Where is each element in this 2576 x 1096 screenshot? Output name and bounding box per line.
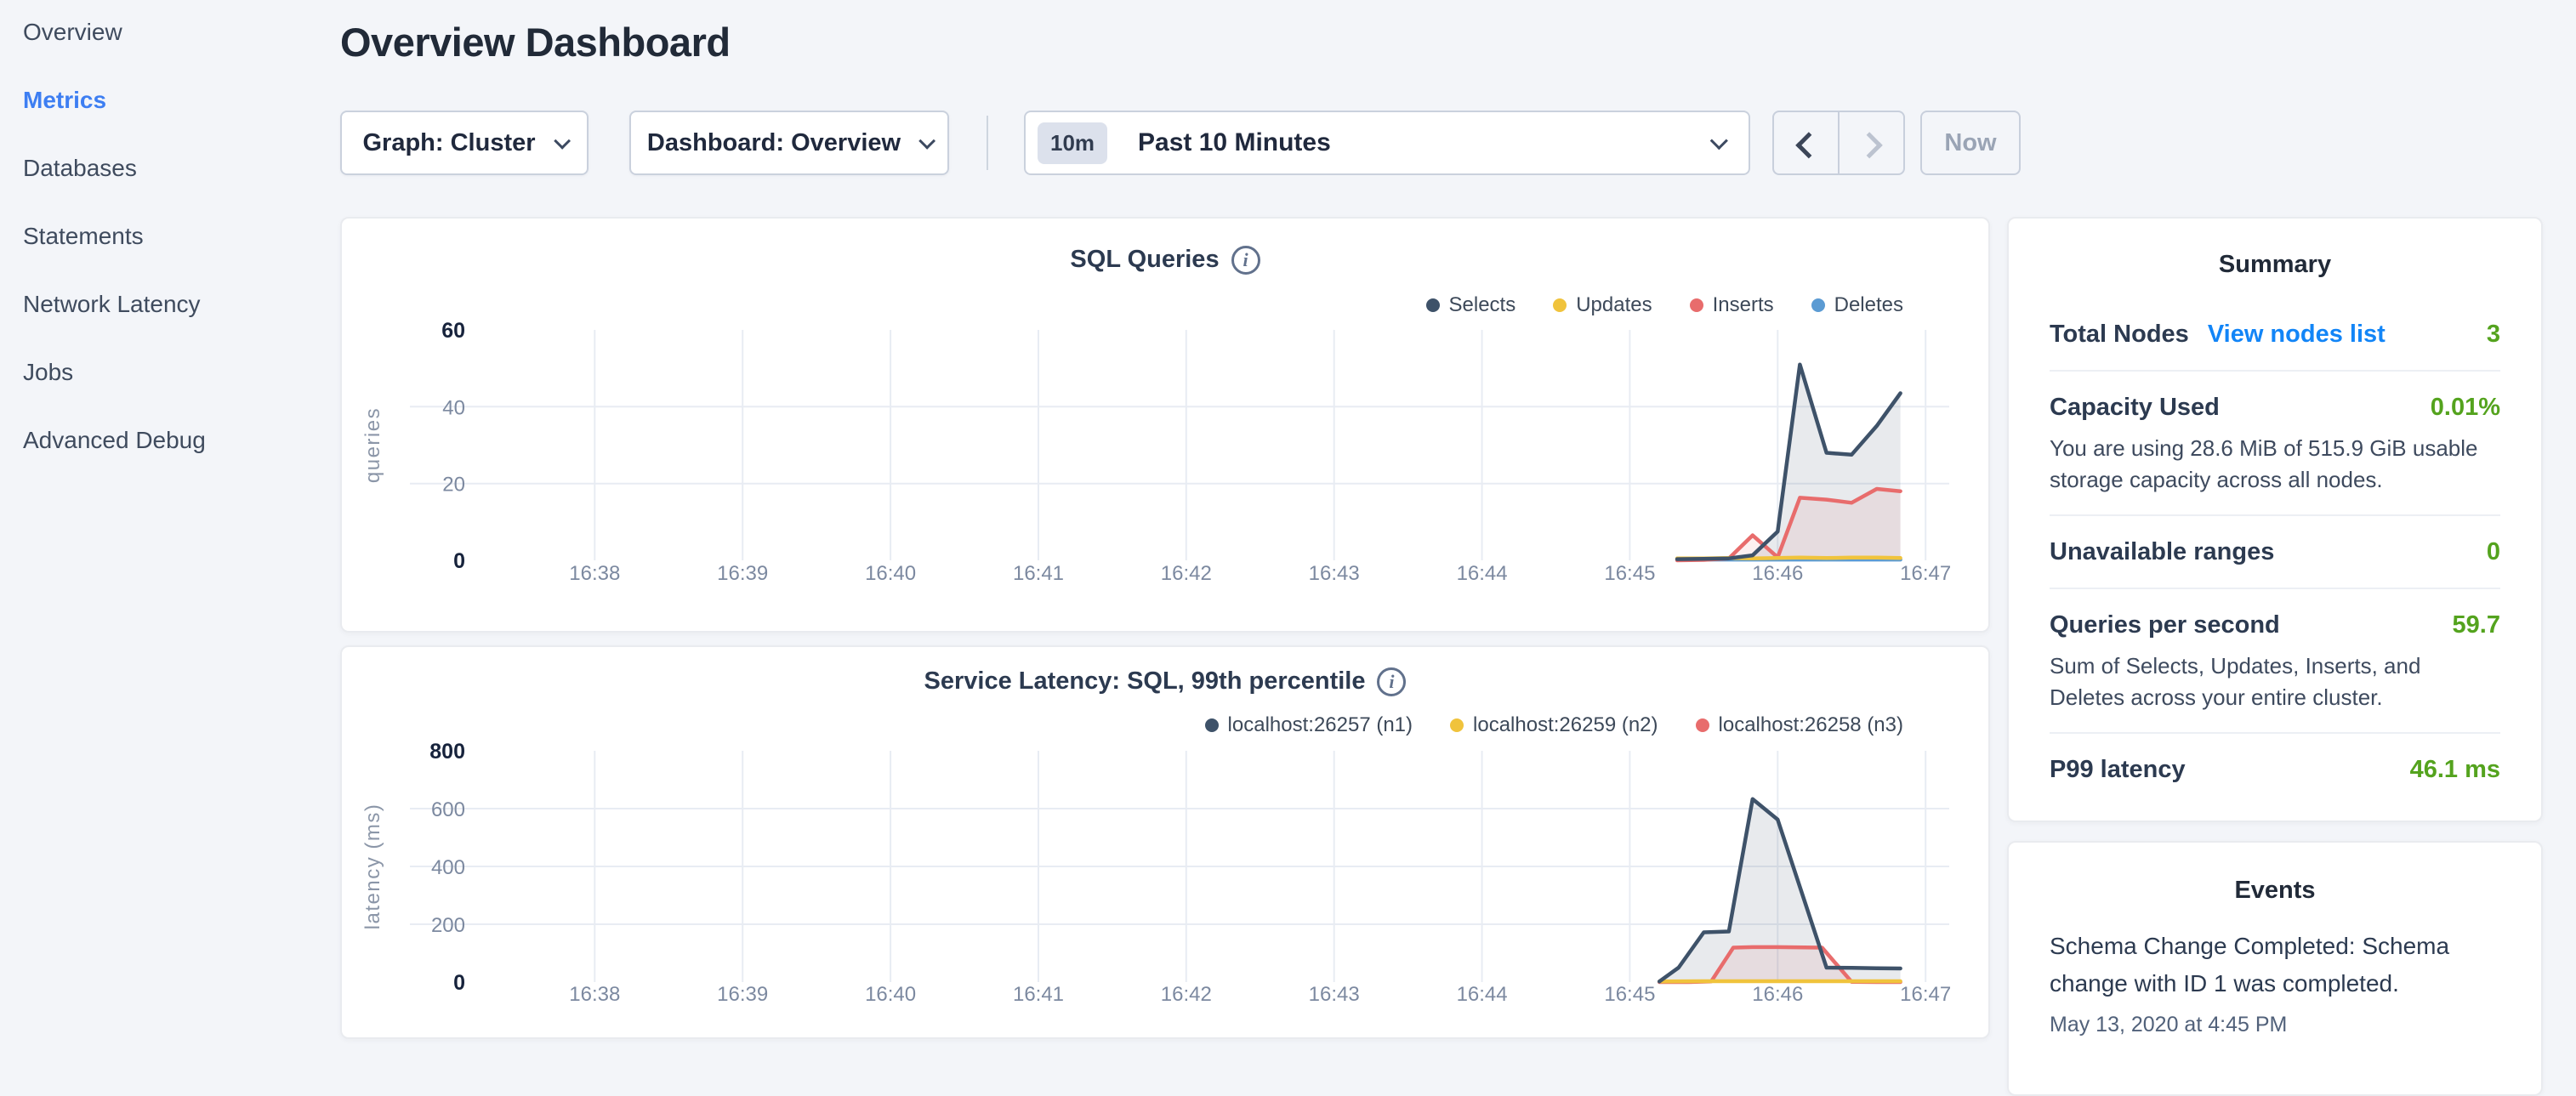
sidebar: Overview Metrics Databases Statements Networ… [0,0,340,1051]
summary-label: Queries per second [2050,608,2280,642]
x-tick-label: 16:44 [1457,983,1508,1006]
summary-value: 0.01% [2431,394,2500,422]
summary-title: Summary [2050,219,2500,281]
summary-label: Capacity Used [2050,390,2220,424]
summary-value: 3 [2487,321,2500,349]
events-list: Schema Change Completed: Schema change w… [2050,928,2500,1037]
y-tick-label: 40 [442,396,465,419]
sql-queries-plot[interactable]: 0 20 40 60 16:38 16:39 16:40 16:41 16:42 16:43 16:… [342,219,1992,634]
x-tick-label: 16:42 [1161,562,1212,585]
y-tick-label: 600 [431,798,465,821]
events-title: Events [2050,843,2500,907]
service-latency-plot[interactable]: 0 200 400 600 800 16:38 16:39 16:40 16:41 16:42 16… [342,647,1992,1041]
db-console-metrics-page: { "header": { "title": "Overview Dashboa… [0,0,2576,1051]
service-latency-chart-card: Service Latency: SQL, 99th percentile lo… [340,645,1990,1039]
summary-description: Sum of Selects, Updates, Inserts, and De… [2050,650,2500,713]
sidebar-item-statements[interactable]: Statements [23,221,340,252]
x-tick-label: 16:47 [1900,983,1951,1006]
sql-queries-chart-card: SQL Queries SelectsUpdatesInsertsDeletes… [340,217,1990,633]
summary-rows: Total Nodes View nodes list 3 Capacity Used… [2050,298,2500,805]
x-tick-label: 16:39 [717,562,768,585]
chevron-down-icon [554,133,571,150]
time-range-label: Past 10 Minutes [1138,128,1331,157]
chevron-left-icon [1795,132,1822,158]
x-tick-label: 16:43 [1309,983,1360,1006]
chevron-down-icon [1710,132,1728,150]
event-timestamp: May 13, 2020 at 4:45 PM [2050,1013,2500,1037]
sidebar-item-metrics[interactable]: Metrics [23,85,340,116]
summary-label: P99 latency [2050,752,2186,787]
sidebar-item-overview[interactable]: Overview [23,17,340,48]
x-tick-label: 16:41 [1013,562,1064,585]
chevron-down-icon [918,133,935,150]
summary-value: 46.1 ms [2410,756,2500,784]
x-tick-label: 16:39 [717,983,768,1006]
y-axis-label: latency (ms) [361,804,384,930]
y-tick-label: 0 [453,549,465,573]
x-tick-label: 16:44 [1457,562,1508,585]
dashboard-dropdown[interactable]: Dashboard: Overview [629,111,949,175]
y-tick-label: 0 [453,971,465,995]
now-button[interactable]: Now [1920,111,2021,175]
x-tick-label: 16:45 [1604,562,1655,585]
summary-value: 0 [2487,538,2500,566]
time-range-dropdown[interactable]: 10m Past 10 Minutes [1024,111,1750,175]
x-tick-label: 16:40 [865,562,916,585]
time-range-badge: 10m [1038,122,1107,164]
page-title: Overview Dashboard [340,19,731,65]
event-item[interactable]: Schema Change Completed: Schema change w… [2050,928,2500,1037]
controls-divider [987,116,988,170]
y-axis-label: queries [361,407,384,483]
summary-panel: Summary Total Nodes View nodes list 3 Capac… [2007,217,2543,822]
x-tick-label: 16:47 [1900,562,1951,585]
time-back-button[interactable] [1774,112,1840,173]
summary-row-queries-per-second: Queries per second 59.7 Sum of Selects, Up… [2050,589,2500,732]
y-tick-label: 200 [431,914,465,937]
summary-description: You are using 28.6 MiB of 515.9 GiB usab… [2050,433,2500,496]
dashboard-label: Dashboard: Overview [647,129,901,157]
y-tick-label: 800 [429,740,465,764]
sidebar-item-advanced-debug[interactable]: Advanced Debug [23,425,340,456]
sidebar-item-databases[interactable]: Databases [23,153,340,184]
summary-row-total-nodes: Total Nodes View nodes list 3 [2050,298,2500,370]
y-tick-label: 20 [442,474,465,497]
time-forward-button[interactable] [1840,112,1903,173]
graph-scope-dropdown[interactable]: Graph: Cluster [340,111,589,175]
x-tick-label: 16:40 [865,983,916,1006]
events-panel: Events Schema Change Completed: Schema c… [2007,841,2543,1096]
chevron-right-icon [1856,132,1882,158]
x-tick-label: 16:45 [1604,983,1655,1006]
x-tick-label: 16:38 [569,562,620,585]
x-tick-label: 16:46 [1752,983,1803,1006]
summary-row-p99-latency: P99 latency 46.1 ms [2050,734,2500,805]
summary-value: 59.7 [2453,611,2500,639]
x-tick-label: 16:41 [1013,983,1064,1006]
x-tick-label: 16:43 [1309,562,1360,585]
sidebar-item-jobs[interactable]: Jobs [23,357,340,388]
sidebar-item-network-latency[interactable]: Network Latency [23,289,340,320]
controls-row: Graph: Cluster Dashboard: Overview 10m P… [340,111,2021,175]
y-tick-label: 400 [431,856,465,879]
time-pager [1772,111,1905,175]
summary-row-unavailable-ranges: Unavailable ranges 0 [2050,516,2500,588]
x-tick-label: 16:38 [569,983,620,1006]
summary-label: Unavailable ranges [2050,535,2274,569]
x-tick-label: 16:46 [1752,562,1803,585]
x-tick-label: 16:42 [1161,983,1212,1006]
graph-scope-label: Graph: Cluster [362,129,535,157]
summary-label: Total Nodes [2050,317,2189,351]
view-nodes-list-link[interactable]: View nodes list [2208,321,2386,349]
summary-row-capacity-used: Capacity Used 0.01% You are using 28.6 MiB… [2050,372,2500,514]
y-tick-label: 60 [441,319,465,343]
event-text: Schema Change Completed: Schema change w… [2050,928,2500,1002]
